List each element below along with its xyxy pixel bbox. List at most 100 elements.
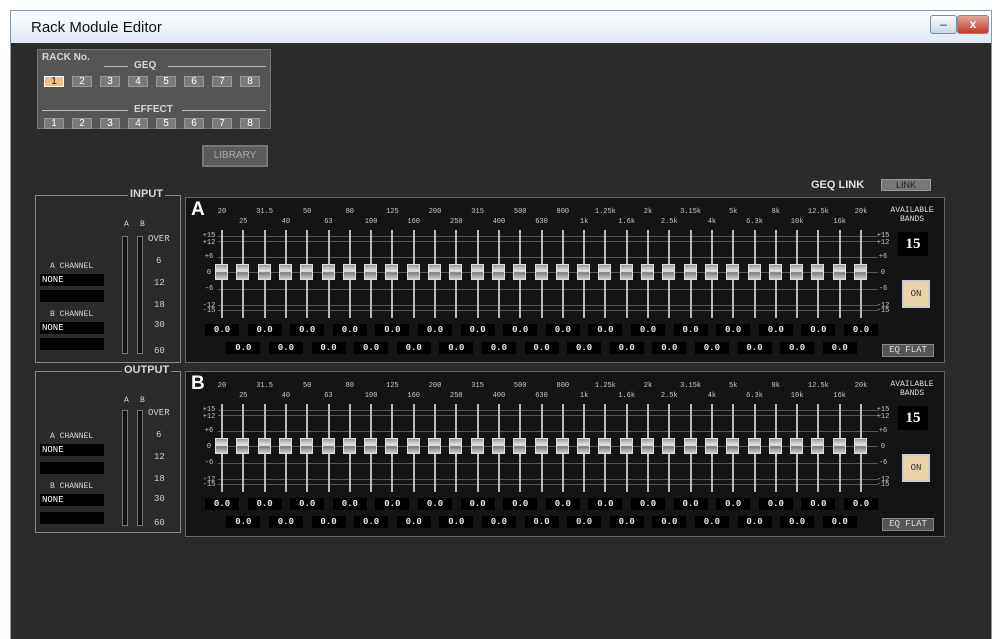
- fader-knob[interactable]: [364, 438, 378, 454]
- fader-knob[interactable]: [598, 264, 612, 280]
- gain-value[interactable]: 0.0: [418, 324, 452, 336]
- fader-knob[interactable]: [428, 438, 441, 454]
- fader-knob[interactable]: [662, 264, 676, 280]
- gain-value[interactable]: 0.0: [418, 498, 452, 510]
- gain-value[interactable]: 0.0: [481, 342, 516, 354]
- fader-knob[interactable]: [704, 264, 718, 280]
- fader-knob[interactable]: [790, 438, 804, 454]
- fader-knob[interactable]: [726, 264, 740, 280]
- gain-value[interactable]: 0.0: [609, 516, 644, 528]
- input-b-channel-name[interactable]: NONE: [40, 322, 104, 334]
- fader-knob[interactable]: [449, 264, 463, 280]
- gain-value[interactable]: 0.0: [205, 324, 239, 336]
- geq-rack-button-7[interactable]: 7: [212, 76, 232, 87]
- output-a-channel-name[interactable]: NONE: [40, 444, 104, 456]
- fader-knob[interactable]: [704, 438, 718, 454]
- gain-value[interactable]: 0.0: [460, 498, 495, 510]
- gain-value[interactable]: 0.0: [780, 342, 815, 354]
- geq-rack-button-3[interactable]: 3: [100, 76, 120, 87]
- input-a-channel-name[interactable]: NONE: [40, 274, 104, 286]
- effect-rack-button-7[interactable]: 7: [212, 118, 232, 129]
- minimize-button[interactable]: –: [930, 15, 957, 34]
- fader-knob[interactable]: [662, 438, 676, 454]
- gain-value[interactable]: 0.0: [354, 516, 389, 528]
- gain-value[interactable]: 0.0: [567, 516, 602, 528]
- gain-value[interactable]: 0.0: [588, 324, 623, 336]
- effect-rack-button-5[interactable]: 5: [156, 118, 176, 129]
- gain-value[interactable]: 0.0: [503, 324, 538, 336]
- fader-knob[interactable]: [854, 264, 867, 280]
- effect-rack-button-1[interactable]: 1: [44, 118, 64, 129]
- geq-rack-button-2[interactable]: 2: [72, 76, 92, 87]
- fader-knob[interactable]: [236, 438, 250, 454]
- gain-value[interactable]: 0.0: [375, 324, 410, 336]
- gain-value[interactable]: 0.0: [332, 324, 367, 336]
- geq-rack-button-6[interactable]: 6: [184, 76, 204, 87]
- fader-knob[interactable]: [513, 438, 527, 454]
- fader-knob[interactable]: [342, 438, 356, 454]
- gain-value[interactable]: 0.0: [780, 516, 815, 528]
- fader-knob[interactable]: [470, 438, 484, 454]
- effect-rack-button-2[interactable]: 2: [72, 118, 92, 129]
- fader-knob[interactable]: [641, 438, 654, 454]
- fader-knob[interactable]: [364, 264, 378, 280]
- fader-knob[interactable]: [811, 264, 825, 280]
- fader-knob[interactable]: [555, 264, 569, 280]
- fader-knob[interactable]: [555, 438, 569, 454]
- geq-link-button[interactable]: LINK: [881, 179, 931, 191]
- fader-knob[interactable]: [491, 438, 505, 454]
- fader-knob[interactable]: [619, 264, 633, 280]
- gain-value[interactable]: 0.0: [268, 342, 303, 354]
- gain-value[interactable]: 0.0: [481, 516, 516, 528]
- gain-value[interactable]: 0.0: [737, 342, 772, 354]
- on-button[interactable]: ON: [902, 454, 930, 482]
- effect-rack-button-6[interactable]: 6: [184, 118, 204, 129]
- gain-value[interactable]: 0.0: [694, 342, 729, 354]
- fader-knob[interactable]: [236, 264, 250, 280]
- gain-value[interactable]: 0.0: [226, 516, 261, 528]
- fader-knob[interactable]: [491, 264, 505, 280]
- gain-value[interactable]: 0.0: [631, 498, 665, 510]
- fader-knob[interactable]: [321, 264, 335, 280]
- geq-rack-button-8[interactable]: 8: [240, 76, 260, 87]
- gain-value[interactable]: 0.0: [567, 342, 602, 354]
- fader-knob[interactable]: [470, 264, 484, 280]
- eq-flat-button[interactable]: EQ FLAT: [882, 518, 934, 531]
- geq-rack-button-5[interactable]: 5: [156, 76, 176, 87]
- fader-knob[interactable]: [683, 264, 697, 280]
- gain-value[interactable]: 0.0: [673, 498, 708, 510]
- fader-knob[interactable]: [257, 264, 271, 280]
- fader-knob[interactable]: [577, 438, 591, 454]
- gain-value[interactable]: 0.0: [247, 324, 282, 336]
- fader-knob[interactable]: [257, 438, 271, 454]
- fader-knob[interactable]: [278, 438, 292, 454]
- gain-value[interactable]: 0.0: [737, 516, 772, 528]
- fader-knob[interactable]: [641, 264, 654, 280]
- gain-value[interactable]: 0.0: [311, 342, 346, 354]
- gain-value[interactable]: 0.0: [844, 324, 878, 336]
- fader-knob[interactable]: [726, 438, 740, 454]
- fader-knob[interactable]: [768, 438, 782, 454]
- gain-value[interactable]: 0.0: [716, 324, 751, 336]
- fader-knob[interactable]: [215, 264, 228, 280]
- gain-value[interactable]: 0.0: [716, 498, 751, 510]
- fader-knob[interactable]: [768, 264, 782, 280]
- gain-value[interactable]: 0.0: [694, 516, 729, 528]
- gain-value[interactable]: 0.0: [247, 498, 282, 510]
- geq-rack-button-1[interactable]: 1: [44, 76, 64, 87]
- gain-value[interactable]: 0.0: [673, 324, 708, 336]
- fader-knob[interactable]: [449, 438, 463, 454]
- gain-value[interactable]: 0.0: [439, 516, 474, 528]
- output-b-channel-name[interactable]: NONE: [40, 494, 104, 506]
- eq-flat-button[interactable]: EQ FLAT: [882, 344, 934, 357]
- fader-knob[interactable]: [215, 438, 228, 454]
- fader-knob[interactable]: [854, 438, 867, 454]
- gain-value[interactable]: 0.0: [375, 498, 410, 510]
- gain-value[interactable]: 0.0: [396, 342, 431, 354]
- gain-value[interactable]: 0.0: [631, 324, 665, 336]
- fader-knob[interactable]: [406, 264, 420, 280]
- fader-knob[interactable]: [300, 264, 314, 280]
- fader-knob[interactable]: [385, 264, 399, 280]
- fader-knob[interactable]: [406, 438, 420, 454]
- effect-rack-button-4[interactable]: 4: [128, 118, 148, 129]
